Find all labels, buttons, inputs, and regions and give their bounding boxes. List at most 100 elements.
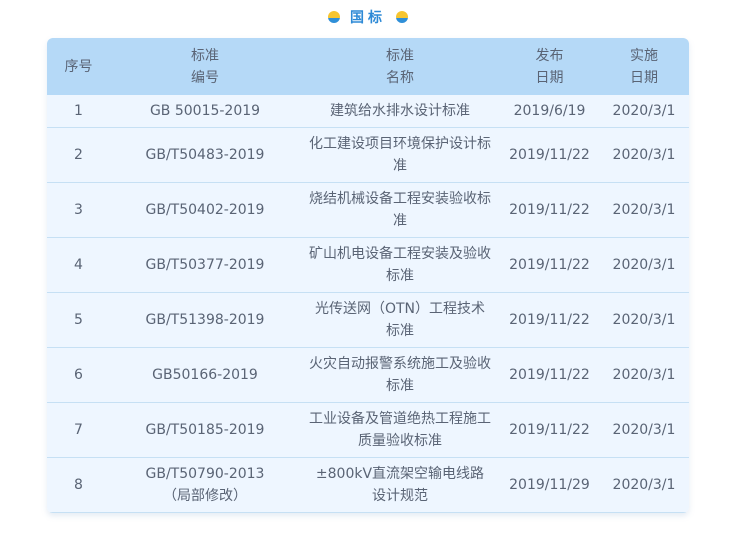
cell-implement-date-text: 2020/3/1 (612, 146, 676, 163)
cell-implement-date-text: 2020/3/1 (612, 256, 676, 273)
cell-name: 火灾自动报警系统施工及验收标准 (300, 347, 500, 402)
cell-no: 2 (47, 127, 110, 182)
cell-name: 建筑给水排水设计标准 (300, 95, 500, 127)
cell-name-text: 光传送网（OTN）工程技术标准 (314, 300, 486, 339)
cell-code: GB50166-2019 (110, 347, 300, 402)
cell-publish-date: 2019/6/19 (500, 95, 599, 127)
cell-implement-date-text: 2020/3/1 (612, 201, 676, 218)
cell-no-text: 7 (74, 421, 83, 438)
cell-implement-date: 2020/3/1 (599, 237, 689, 292)
cell-code-text: GB/T50185-2019 (145, 421, 265, 438)
cell-implement-date: 2020/3/1 (599, 127, 689, 182)
cell-code-text: GB/T50402-2019 (145, 201, 265, 218)
cell-no-text: 4 (74, 256, 83, 273)
cell-name-text: 化工建设项目环境保护设计标准 (309, 135, 491, 174)
cell-publish-date-text: 2019/11/22 (509, 146, 590, 163)
header-implement-date: 实施 日期 (630, 47, 658, 86)
cell-name-text: 建筑给水排水设计标准 (330, 102, 470, 119)
right-dot-icon (396, 11, 408, 23)
cell-publish-date: 2019/11/22 (500, 292, 599, 347)
cell-implement-date: 2020/3/1 (599, 95, 689, 127)
cell-implement-date-text: 2020/3/1 (612, 476, 676, 493)
cell-code: GB/T50790-2013 （局部修改） (110, 457, 300, 512)
cell-implement-date-text: 2020/3/1 (612, 366, 676, 383)
page-title: 国标 (350, 10, 386, 26)
cell-publish-date: 2019/11/22 (500, 402, 599, 457)
cell-code: GB/T50185-2019 (110, 402, 300, 457)
cell-no-text: 3 (74, 201, 83, 218)
cell-name: ±800kV直流架空输电线路设计规范 (300, 457, 500, 512)
cell-implement-date: 2020/3/1 (599, 182, 689, 237)
table-row: 8 GB/T50790-2013 （局部修改） ±800kV直流架空输电线路设计规范 2… (47, 457, 689, 512)
cell-no-text: 8 (74, 476, 83, 493)
cell-no-text: 5 (74, 311, 83, 328)
cell-publish-date-text: 2019/6/19 (513, 102, 586, 119)
cell-name-text: ±800kV直流架空输电线路设计规范 (315, 465, 485, 504)
cell-code: GB/T50483-2019 (110, 127, 300, 182)
header-code: 标准 编号 (191, 47, 219, 86)
cell-name: 工业设备及管道绝热工程施工质量验收标准 (300, 402, 500, 457)
cell-publish-date-text: 2019/11/22 (509, 311, 590, 328)
cell-code-text: GB 50015-2019 (149, 102, 261, 119)
cell-implement-date: 2020/3/1 (599, 347, 689, 402)
cell-code-text: GB/T51398-2019 (145, 311, 265, 328)
cell-publish-date-text: 2019/11/22 (509, 201, 590, 218)
section-title: 国标 (0, 6, 736, 28)
table-body: 1 GB 50015-2019 建筑给水排水设计标准 2019/6/19 2020/3/… (47, 95, 689, 512)
table-row: 3 GB/T50402-2019 烧结机械设备工程安装验收标准 2019/11/22 2… (47, 182, 689, 237)
table-header: 序号 标准 编号 标准 名称 发布 日期 实施 日期 (47, 38, 689, 95)
cell-implement-date-text: 2020/3/1 (612, 421, 676, 438)
cell-publish-date-text: 2019/11/22 (509, 256, 590, 273)
cell-no: 3 (47, 182, 110, 237)
cell-no-text: 1 (74, 102, 83, 119)
cell-code-text: GB/T50483-2019 (145, 146, 265, 163)
cell-publish-date: 2019/11/22 (500, 237, 599, 292)
cell-publish-date: 2019/11/29 (500, 457, 599, 512)
cell-publish-date-text: 2019/11/22 (509, 421, 590, 438)
cell-publish-date: 2019/11/22 (500, 127, 599, 182)
cell-no: 7 (47, 402, 110, 457)
table-row: 4 GB/T50377-2019 矿山机电设备工程安装及验收标准 2019/11/22… (47, 237, 689, 292)
cell-code-text: GB/T50377-2019 (145, 256, 265, 273)
table-row: 2 GB/T50483-2019 化工建设项目环境保护设计标准 2019/11/22 2… (47, 127, 689, 182)
cell-code: GB/T50377-2019 (110, 237, 300, 292)
cell-publish-date-text: 2019/11/29 (509, 476, 590, 493)
cell-name: 光传送网（OTN）工程技术标准 (300, 292, 500, 347)
table-row: 6 GB50166-2019 火灾自动报警系统施工及验收标准 2019/11/22 20… (47, 347, 689, 402)
cell-publish-date: 2019/11/22 (500, 182, 599, 237)
cell-code-note: （局部修改） (163, 487, 247, 504)
header-row: 序号 标准 编号 标准 名称 发布 日期 实施 日期 (47, 38, 689, 95)
header-no: 序号 (64, 58, 93, 75)
cell-name-text: 烧结机械设备工程安装验收标准 (309, 190, 491, 229)
cell-no-text: 6 (74, 366, 83, 383)
cell-no: 8 (47, 457, 110, 512)
cell-name: 烧结机械设备工程安装验收标准 (300, 182, 500, 237)
cell-implement-date-text: 2020/3/1 (612, 311, 676, 328)
table-row: 5 GB/T51398-2019 光传送网（OTN）工程技术标准 2019/11/22… (47, 292, 689, 347)
cell-code: GB/T51398-2019 (110, 292, 300, 347)
cell-implement-date: 2020/3/1 (599, 457, 689, 512)
cell-publish-date: 2019/11/22 (500, 347, 599, 402)
cell-no: 4 (47, 237, 110, 292)
cell-name-text: 矿山机电设备工程安装及验收标准 (309, 245, 491, 284)
standards-table: 序号 标准 编号 标准 名称 发布 日期 实施 日期 1 GB 50015-2019 建筑给… (47, 38, 689, 513)
cell-implement-date: 2020/3/1 (599, 402, 689, 457)
cell-publish-date-text: 2019/11/22 (509, 366, 590, 383)
cell-implement-date: 2020/3/1 (599, 292, 689, 347)
table-row: 1 GB 50015-2019 建筑给水排水设计标准 2019/6/19 2020/3/… (47, 95, 689, 127)
cell-no: 5 (47, 292, 110, 347)
cell-name-text: 火灾自动报警系统施工及验收标准 (309, 355, 491, 394)
header-publish-date: 发布 日期 (535, 47, 564, 86)
cell-name: 化工建设项目环境保护设计标准 (300, 127, 500, 182)
left-dot-icon (328, 11, 340, 23)
cell-no: 6 (47, 347, 110, 402)
cell-code-text: GB/T50790-2013 (145, 465, 265, 482)
header-name: 标准 名称 (386, 47, 414, 86)
standards-table-container: 序号 标准 编号 标准 名称 发布 日期 实施 日期 1 GB 50015-2019 建筑给… (47, 38, 689, 513)
cell-code-text: GB50166-2019 (152, 366, 258, 383)
cell-no: 1 (47, 95, 110, 127)
cell-no-text: 2 (74, 146, 83, 163)
cell-code: GB/T50402-2019 (110, 182, 300, 237)
cell-name: 矿山机电设备工程安装及验收标准 (300, 237, 500, 292)
cell-name-text: 工业设备及管道绝热工程施工质量验收标准 (309, 410, 491, 449)
